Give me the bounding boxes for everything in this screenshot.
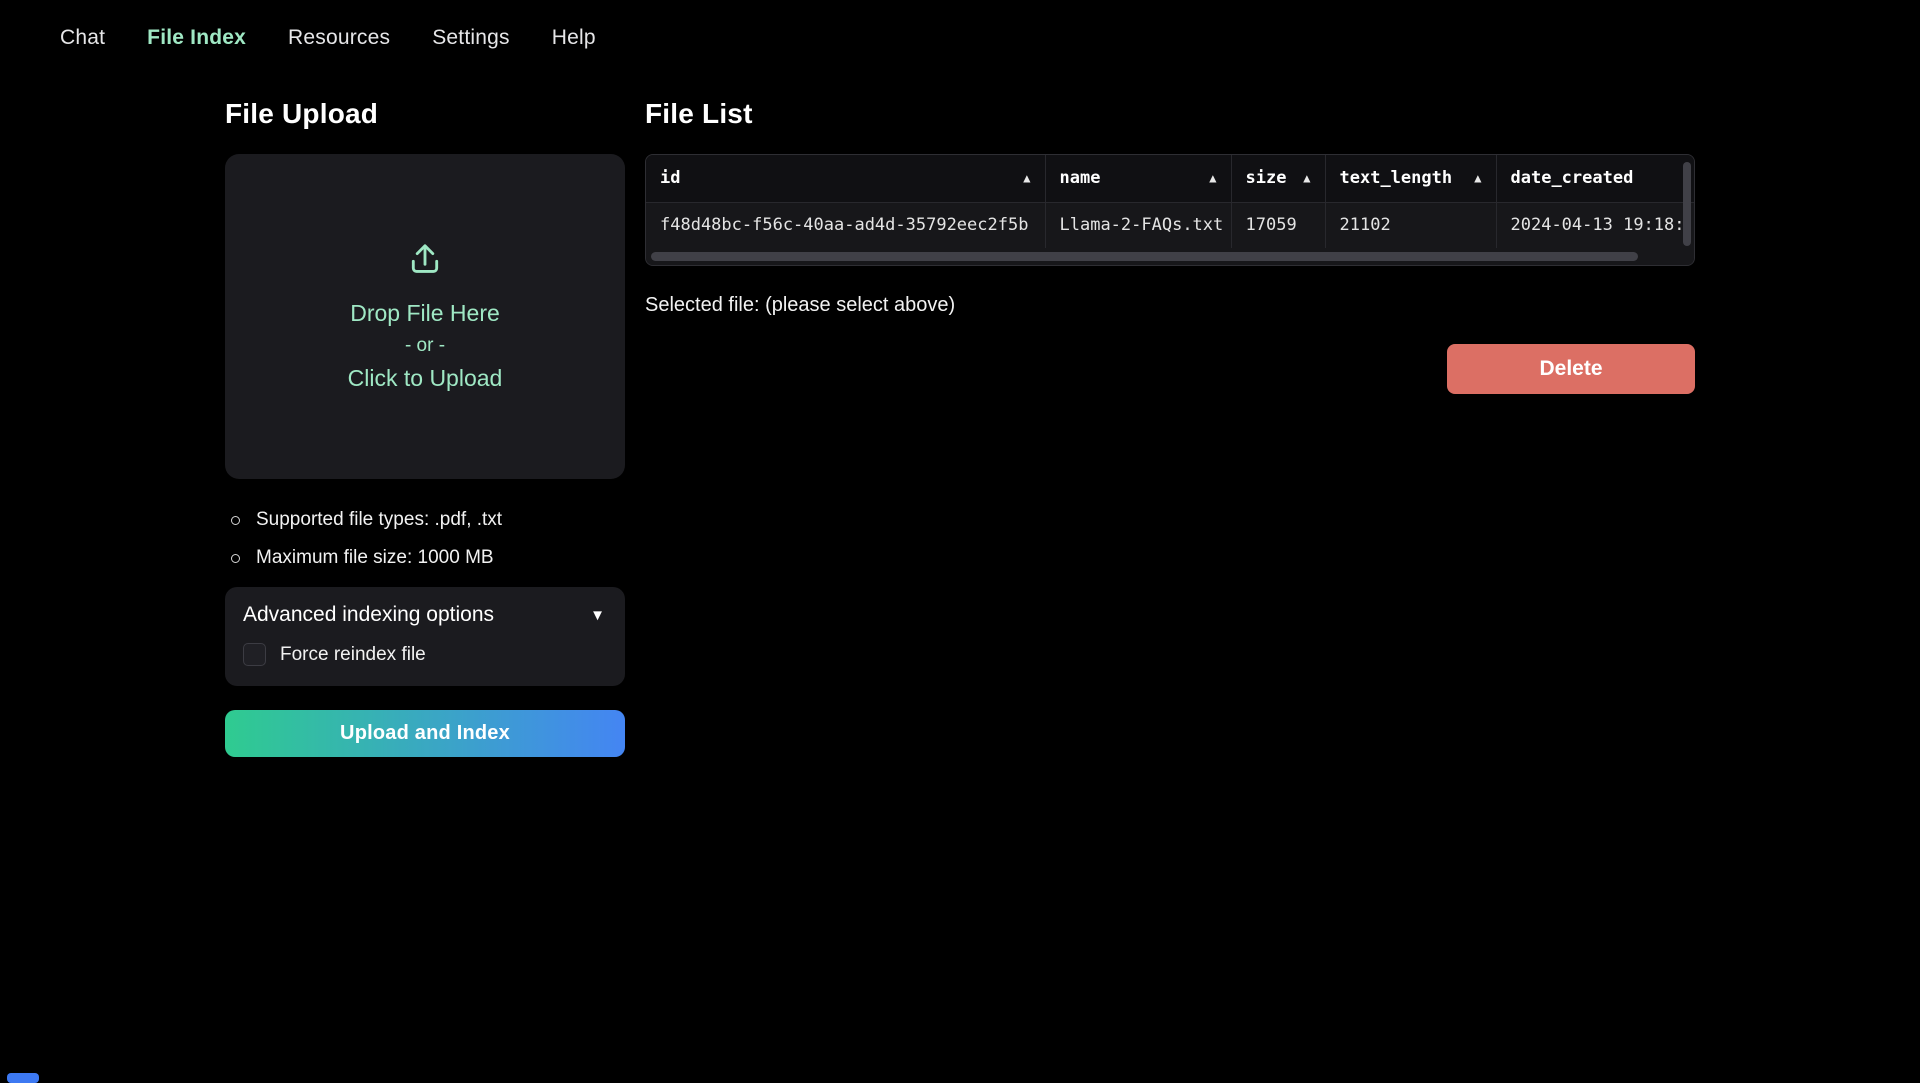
column-label: id bbox=[660, 168, 680, 188]
force-reindex-label: Force reindex file bbox=[280, 644, 426, 666]
main-content: File Upload Drop File Here - or - Click … bbox=[0, 50, 1920, 757]
tab-settings[interactable]: Settings bbox=[432, 26, 509, 50]
click-to-upload-link[interactable]: Click to Upload bbox=[348, 365, 503, 392]
force-reindex-checkbox[interactable] bbox=[243, 643, 266, 666]
tab-resources[interactable]: Resources bbox=[288, 26, 390, 50]
table-header-row: id▲ name▲ size▲ text_length▲ date_create bbox=[646, 155, 1694, 202]
cell-id[interactable]: f48d48bc-f56c-40aa-ad4d-35792eec2f5b bbox=[646, 202, 1045, 248]
file-dropzone[interactable]: Drop File Here - or - Click to Upload bbox=[225, 154, 625, 479]
column-label: name bbox=[1060, 168, 1101, 188]
file-table-container: id▲ name▲ size▲ text_length▲ date_create bbox=[645, 154, 1695, 266]
cell-size[interactable]: 17059 bbox=[1231, 202, 1325, 248]
note-supported-types: Supported file types: .pdf, .txt bbox=[231, 509, 625, 531]
column-header-text-length[interactable]: text_length ▲ bbox=[1325, 155, 1496, 202]
sort-arrow-icon[interactable]: ▲ bbox=[1474, 171, 1481, 185]
tab-file-index[interactable]: File Index bbox=[147, 26, 246, 50]
top-nav: Chat File Index Resources Settings Help bbox=[0, 0, 1920, 50]
upload-and-index-button[interactable]: Upload and Index bbox=[225, 710, 625, 757]
file-upload-title: File Upload bbox=[225, 98, 625, 130]
sort-arrow-icon[interactable]: ▲ bbox=[1023, 171, 1030, 185]
bottom-edge-indicator bbox=[7, 1073, 39, 1083]
dropzone-or-text: - or - bbox=[405, 335, 445, 357]
upload-icon bbox=[407, 241, 443, 282]
file-list-panel: File List id ▲ name ▲ size ▲ bbox=[645, 98, 1695, 394]
force-reindex-row[interactable]: Force reindex file bbox=[243, 643, 605, 666]
column-header-id[interactable]: id ▲ bbox=[646, 155, 1045, 202]
tab-chat[interactable]: Chat bbox=[60, 26, 105, 50]
delete-button[interactable]: Delete bbox=[1447, 344, 1695, 394]
sort-arrow-icon[interactable]: ▲ bbox=[1303, 171, 1310, 185]
file-upload-panel: File Upload Drop File Here - or - Click … bbox=[225, 98, 625, 757]
sort-arrow-icon[interactable]: ▲ bbox=[1209, 171, 1216, 185]
chevron-down-icon[interactable]: ▼ bbox=[590, 607, 605, 624]
cell-date-created[interactable]: 2024-04-13 19:18: bbox=[1496, 202, 1694, 248]
cell-name[interactable]: Llama-2-FAQs.txt bbox=[1045, 202, 1231, 248]
upload-notes: Supported file types: .pdf, .txt Maximum… bbox=[231, 509, 625, 569]
note-text: Maximum file size: 1000 MB bbox=[256, 547, 494, 569]
bullet-icon bbox=[231, 516, 240, 525]
file-list-title: File List bbox=[645, 98, 1695, 130]
file-table: id▲ name▲ size▲ text_length▲ date_create bbox=[646, 155, 1694, 248]
column-label: text_length bbox=[1340, 168, 1453, 188]
accordion-header[interactable]: Advanced indexing options ▼ bbox=[243, 603, 605, 627]
accordion-title: Advanced indexing options bbox=[243, 603, 494, 627]
note-max-size: Maximum file size: 1000 MB bbox=[231, 547, 625, 569]
note-text: Supported file types: .pdf, .txt bbox=[256, 509, 502, 531]
column-header-name[interactable]: name ▲ bbox=[1045, 155, 1231, 202]
table-row[interactable]: f48d48bc-f56c-40aa-ad4d-35792eec2f5b Lla… bbox=[646, 202, 1694, 248]
column-header-size[interactable]: size ▲ bbox=[1231, 155, 1325, 202]
tab-help[interactable]: Help bbox=[552, 26, 596, 50]
vertical-scrollbar-thumb[interactable] bbox=[1683, 162, 1691, 246]
selected-file-status: Selected file: (please select above) bbox=[645, 294, 1695, 317]
advanced-options-accordion: Advanced indexing options ▼ Force reinde… bbox=[225, 587, 625, 686]
column-label: size bbox=[1246, 168, 1287, 188]
horizontal-scrollbar-track[interactable] bbox=[646, 248, 1694, 265]
cell-text-length[interactable]: 21102 bbox=[1325, 202, 1496, 248]
bullet-icon bbox=[231, 554, 240, 563]
column-header-date-created[interactable]: date_created bbox=[1496, 155, 1694, 202]
dropzone-text: Drop File Here bbox=[350, 300, 500, 327]
column-label: date_created bbox=[1511, 168, 1634, 188]
horizontal-scrollbar-thumb[interactable] bbox=[651, 252, 1638, 261]
